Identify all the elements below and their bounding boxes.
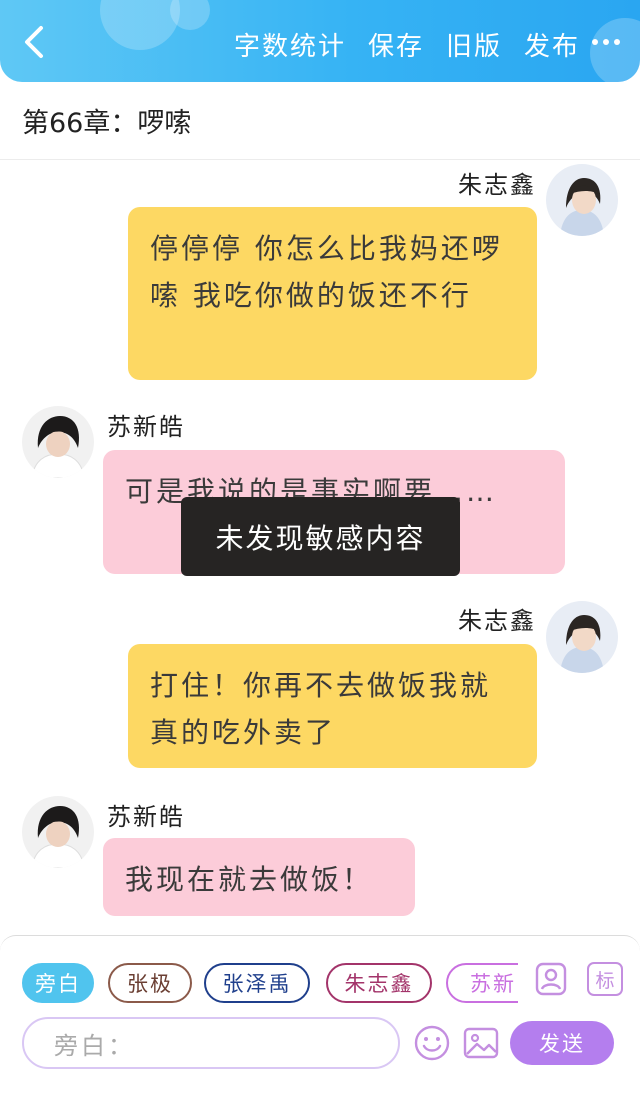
avatar-su-xinhao[interactable]: [22, 406, 94, 478]
character-selector: 旁白 张极 张泽禹 朱志鑫 苏新: [22, 963, 518, 1005]
save-button[interactable]: 保存: [368, 26, 424, 63]
dialogue-input[interactable]: 旁白：: [22, 1017, 400, 1069]
contact-card-icon[interactable]: [534, 962, 568, 996]
speaker-name: 苏新皓: [107, 803, 185, 831]
avatar-photo-icon: [22, 796, 94, 868]
character-chip-zhang-ji[interactable]: 张极: [108, 963, 192, 1003]
top-bar: 字数统计 保存 旧版 发布: [0, 0, 640, 82]
avatar-su-xinhao[interactable]: [22, 796, 94, 868]
speaker-name: 朱志鑫: [458, 171, 536, 199]
chat-editor-screen: 字数统计 保存 旧版 发布 第66章：啰嗦 朱志鑫 停停停 你怎么比我妈还啰嗦 …: [0, 0, 640, 1105]
chapter-title: 第66章：啰嗦: [0, 82, 640, 160]
character-chip-su-xinhao[interactable]: 苏新: [446, 963, 518, 1003]
smiley-icon: [414, 1025, 450, 1061]
old-version-button[interactable]: 旧版: [446, 26, 502, 63]
speaker-name: 朱志鑫: [458, 607, 536, 635]
decor-bubble: [100, 0, 180, 50]
character-chip-narrator[interactable]: 旁白: [22, 963, 94, 1003]
avatar-photo-icon: [22, 406, 94, 478]
character-chip-zhu-zhixin[interactable]: 朱志鑫: [326, 963, 432, 1003]
speaker-name: 苏新皓: [107, 413, 185, 441]
more-dot: [592, 39, 598, 45]
avatar-photo-icon: [546, 164, 618, 236]
tag-button[interactable]: 标: [587, 962, 623, 996]
header-actions: 字数统计 保存 旧版 发布: [234, 26, 580, 63]
picture-icon: [463, 1027, 499, 1059]
publish-button[interactable]: 发布: [524, 26, 580, 63]
avatar-zhu-zhixin[interactable]: [546, 601, 618, 673]
emoji-icon[interactable]: [413, 1024, 451, 1062]
more-dot: [603, 39, 609, 45]
send-button[interactable]: 发送: [510, 1021, 614, 1065]
avatar-zhu-zhixin[interactable]: [546, 164, 618, 236]
character-chip-zhang-zeyu[interactable]: 张泽禹: [204, 963, 310, 1003]
image-icon[interactable]: [462, 1024, 500, 1062]
more-dot: [614, 39, 620, 45]
message-bubble[interactable]: 打住！你再不去做饭我就真的吃外卖了: [128, 644, 537, 768]
person-card-icon: [535, 962, 567, 996]
message-bubble[interactable]: 我现在就去做饭！: [103, 838, 415, 916]
sensitive-check-toast: 未发现敏感内容: [181, 497, 460, 576]
message-bubble[interactable]: 停停停 你怎么比我妈还啰嗦 我吃你做的饭还不行: [128, 207, 537, 380]
back-button[interactable]: [14, 22, 54, 62]
more-options-icon[interactable]: [586, 27, 626, 57]
back-arrow-icon: [25, 26, 43, 58]
avatar-photo-icon: [546, 601, 618, 673]
word-count-button[interactable]: 字数统计: [234, 26, 346, 63]
